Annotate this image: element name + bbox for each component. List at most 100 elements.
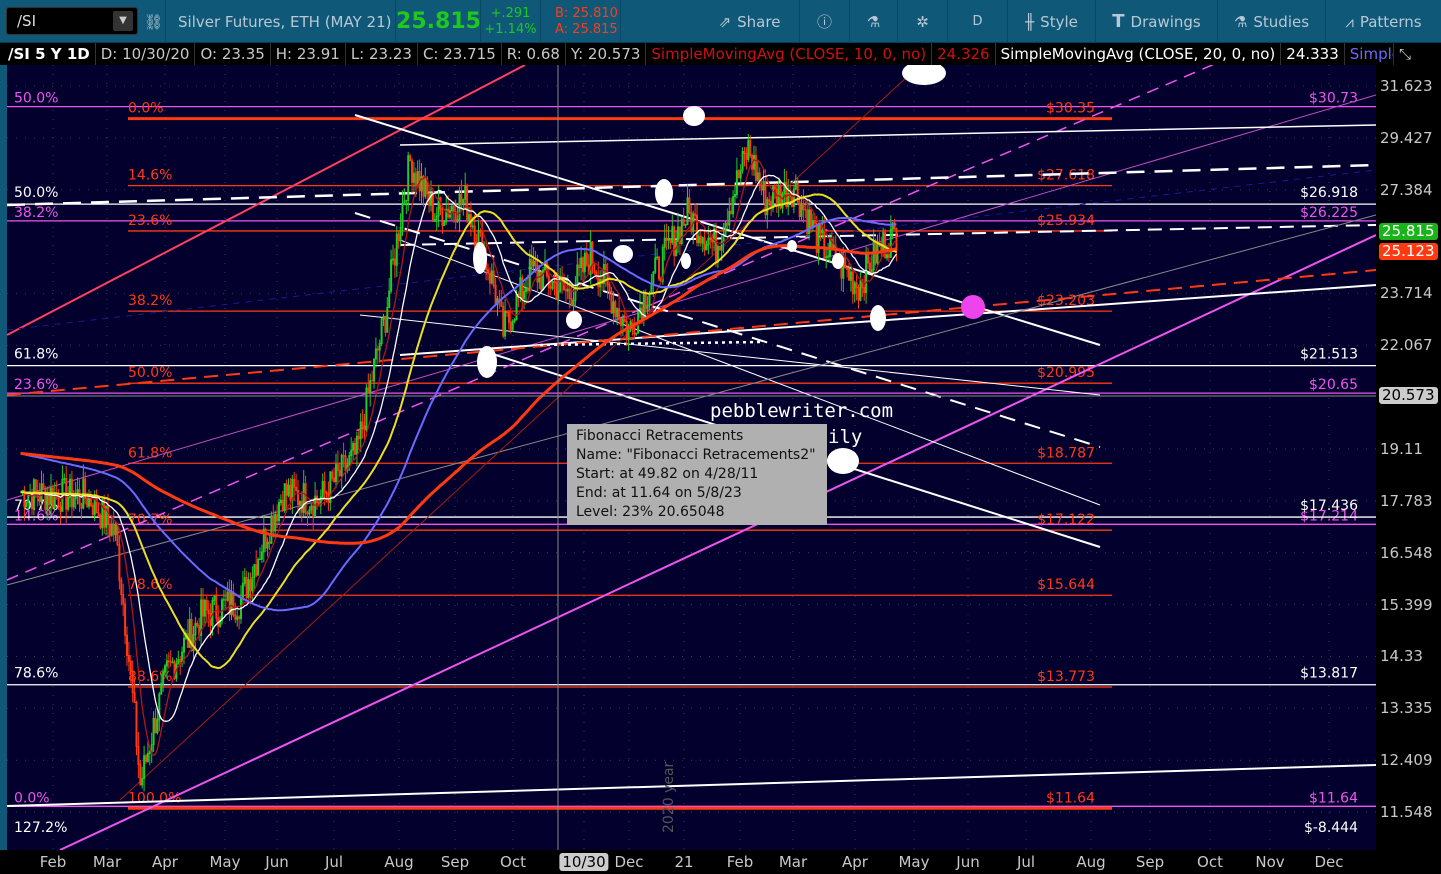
symbol-value: /SI — [17, 12, 36, 30]
fib-orange-price: $11.64 — [1046, 790, 1095, 806]
price-tick-label: 31.623 — [1380, 77, 1433, 95]
time-tick-label: Jun — [956, 853, 980, 871]
fib-white-pct: 127.2% — [14, 820, 67, 836]
annotation-circle — [961, 295, 985, 319]
tooltip-name: Name: "Fibonacci Retracements2" — [576, 447, 816, 463]
price-tick-label: 15.399 — [1380, 595, 1433, 614]
time-tick-label: Aug — [384, 853, 414, 871]
chevron-down-icon[interactable]: ▼ — [113, 11, 133, 31]
more-studies[interactable]: Simple... — [1345, 43, 1394, 65]
tooltip-end: End: at 11.64 on 5/8/23 — [576, 485, 742, 501]
link-icon[interactable]: ⛓ — [142, 0, 166, 43]
collapse-icon[interactable]: ⤡ — [1394, 43, 1441, 65]
sma20-value: 24.333 — [1281, 43, 1345, 65]
annotation-ellipse — [827, 448, 859, 474]
time-tick-label: Sep — [440, 853, 470, 871]
fib-orange-pct: 0.0% — [128, 101, 164, 117]
year-marker: 2020 year — [661, 761, 677, 833]
flask-button[interactable]: ⚗ — [850, 0, 898, 43]
net-change: +.291 +1.14% — [481, 0, 541, 43]
fib-white-price: $21.513 — [1300, 347, 1358, 363]
time-tick-label: Dec — [1314, 853, 1344, 871]
candle-icon: ╫ — [1025, 12, 1035, 31]
fib-orange-price: $25.934 — [1037, 213, 1095, 229]
time-tick-label: May — [898, 853, 930, 871]
price-tick-label: 22.067 — [1380, 336, 1433, 355]
fib-orange-price: $30.35 — [1046, 101, 1095, 117]
tooltip-title: Fibonacci Retracements — [576, 428, 744, 444]
gear-icon: ✲ — [916, 12, 929, 31]
time-axis[interactable]: Feb Mar Apr May Jun Jul Aug Sep Oct 10/30 Dec 21 Feb… — [0, 850, 1441, 874]
style-label: Style — [1040, 12, 1078, 31]
fib-white-price: $13.817 — [1300, 666, 1358, 682]
change-pct: +1.14% — [484, 21, 537, 37]
annotation-ellipse — [870, 305, 886, 331]
sma10-label: SimpleMovingAvg (CLOSE, 10, 0, no) — [646, 43, 933, 65]
annotation-ellipse — [683, 106, 705, 126]
fib-orange-price: $17.122 — [1037, 512, 1095, 528]
time-tick-label: Dec — [614, 853, 644, 871]
chart-title: /SI 5 Y 1D — [0, 43, 96, 65]
left-edge — [0, 65, 7, 850]
flask-icon: ⚗ — [1233, 12, 1248, 31]
drawings-button[interactable]: T Drawings — [1096, 0, 1218, 43]
style-button[interactable]: ╫ Style — [1008, 0, 1096, 43]
studies-button[interactable]: ⚗ Studies — [1218, 0, 1326, 43]
fib-orange-pct: 50.0% — [128, 365, 172, 381]
settings-button[interactable]: ✲ — [898, 0, 948, 43]
bar-low: L: 23.23 — [346, 43, 418, 65]
sma20-label: SimpleMovingAvg (CLOSE, 20, 0, no) — [996, 43, 1282, 65]
fib-magenta-price: $30.73 — [1309, 91, 1358, 107]
tooltip-level: Level: 23% 20.65048 — [576, 504, 725, 520]
fib-magenta-price: $11.64 — [1309, 790, 1358, 806]
info-icon: ⓘ — [816, 13, 832, 31]
bar-high: H: 23.91 — [271, 43, 346, 65]
price-tick-label: 12.409 — [1380, 751, 1433, 770]
patterns-button[interactable]: ⩘ Patterns — [1326, 0, 1441, 43]
bid-ask: B: 25.810 A: 25.815 — [541, 0, 621, 43]
annotation-ellipse — [613, 245, 633, 263]
price-tick-label: 29.427 — [1380, 128, 1433, 147]
time-tick-label: Apr — [842, 853, 868, 871]
price-tick-label: 11.548 — [1380, 803, 1433, 821]
price-tick-label: 17.783 — [1380, 491, 1433, 510]
toolbar: /SI ▼ ⛓ Silver Futures, ETH (MAY 21) 25.8… — [0, 0, 1441, 43]
cursor-y: Y: 20.573 — [566, 43, 647, 65]
fib-white-price: $17.436 — [1300, 498, 1358, 514]
bid: B: 25.810 — [555, 5, 618, 21]
share-button[interactable]: ⇗ Share — [700, 0, 800, 43]
annotation-ellipse — [566, 311, 582, 329]
watermark-line1: pebblewriter.com — [710, 400, 893, 422]
price-tick-label: 19.11 — [1380, 439, 1423, 458]
fib-orange-price: $18.787 — [1037, 445, 1095, 461]
change-value: +.291 — [490, 5, 531, 21]
time-tick-label: Oct — [1197, 853, 1223, 871]
time-tick-label: May — [209, 853, 241, 871]
fib-orange-price: $13.773 — [1037, 669, 1095, 685]
time-tick-label: Sep — [1135, 853, 1165, 871]
cursor-price-tag: 20.573 — [1379, 386, 1438, 404]
patterns-label: Patterns — [1359, 12, 1422, 31]
annotation-ellipse — [832, 253, 844, 269]
studies-label: Studies — [1253, 12, 1310, 31]
price-axis[interactable]: 31.623 29.427 27.384 23.714 22.067 19.11 17.78… — [1376, 65, 1441, 850]
fib-orange-pct: 100.0% — [128, 790, 181, 806]
info-button[interactable]: ⓘ — [800, 0, 850, 43]
fib-orange-pct: 38.2% — [128, 293, 172, 309]
text-tool-icon: T — [1112, 11, 1125, 32]
price-tick-label: 23.714 — [1380, 284, 1433, 303]
price-tick-label: 27.384 — [1380, 180, 1433, 199]
symbol-input[interactable]: /SI ▼ — [6, 7, 138, 35]
time-tick-label: Feb — [39, 853, 67, 871]
flask-icon: ⚗ — [866, 12, 881, 31]
annotation-ellipse — [473, 242, 487, 274]
fib-orange-pct: 23.6% — [128, 213, 172, 229]
annotation-ellipse — [787, 240, 797, 252]
fib-white-pct: 50.0% — [14, 185, 58, 201]
time-tick-label: Mar — [92, 853, 122, 871]
aggregation-button[interactable]: D — [948, 0, 1008, 43]
time-tick-label: Feb — [726, 853, 754, 871]
last-price: 25.815 — [396, 0, 481, 43]
time-tick-label: Jul — [1016, 853, 1036, 871]
time-tick-label: Oct — [500, 853, 526, 871]
